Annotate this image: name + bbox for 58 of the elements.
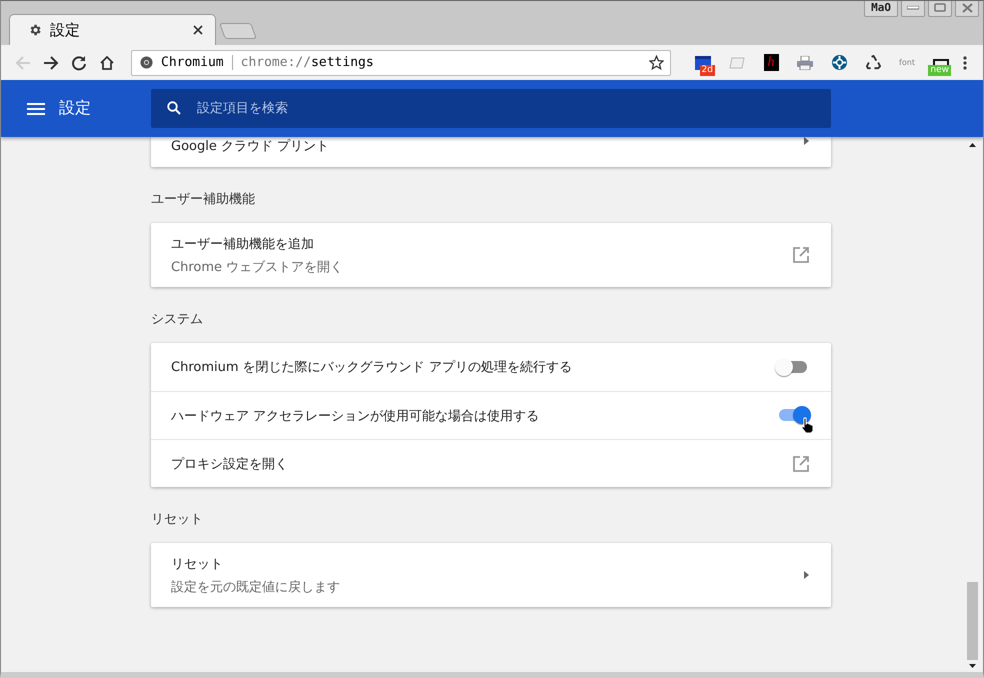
extension-badge: 2d <box>700 64 715 76</box>
settings-row[interactable]: Google クラウド プリント <box>151 137 831 167</box>
forward-icon[interactable] <box>43 54 59 70</box>
external-link-icon[interactable] <box>793 247 809 263</box>
setting-description: 設定を元の既定値に戻します <box>171 578 340 596</box>
extension-badge: new <box>928 64 951 76</box>
setting-label: リセット <box>171 556 224 572</box>
settings-row[interactable]: ユーザー補助機能を追加 Chrome ウェブストアを開く <box>151 223 831 287</box>
scrollbar-thumb[interactable] <box>967 582 978 660</box>
reload-icon[interactable] <box>71 54 87 70</box>
extension-label: font <box>899 58 915 67</box>
site-name: Chromium <box>161 55 233 70</box>
extension-letter: h <box>764 54 778 71</box>
chevron-icon <box>804 137 809 145</box>
close-icon <box>962 2 972 12</box>
search-field[interactable]: 設定項目を検索 <box>151 89 831 128</box>
window-close-button[interactable] <box>955 1 979 17</box>
scroll-up-icon[interactable] <box>969 142 976 147</box>
section-title: システム <box>151 311 204 329</box>
maximize-button[interactable] <box>928 1 952 17</box>
external-link-icon[interactable] <box>793 456 809 472</box>
section-title: リセット <box>151 511 204 529</box>
address-bar[interactable]: Chromium chrome://settings <box>131 50 671 76</box>
scroll-down-icon[interactable] <box>969 664 976 669</box>
tab-title: 設定 <box>50 20 81 40</box>
settings-row[interactable]: プロキシ設定を開く <box>151 439 831 487</box>
setting-label: Google クラウド プリント <box>171 138 330 155</box>
minimize-icon <box>907 6 919 10</box>
extension-button[interactable]: h <box>759 52 783 74</box>
recycle-icon <box>866 55 880 70</box>
tab[interactable]: 設定 <box>9 14 216 45</box>
setting-label: ハードウェア アクセラレーションが使用可能な場合は使用する <box>171 408 540 424</box>
setting-label: ユーザー補助機能を追加 <box>171 236 315 252</box>
frame-icon <box>933 58 949 68</box>
extension-button[interactable]: 2d <box>691 52 715 74</box>
card-icon <box>729 56 745 68</box>
settings-row[interactable]: ハードウェア アクセラレーションが使用可能な場合は使用する <box>151 391 831 439</box>
maximize-icon <box>934 3 946 12</box>
gear-icon <box>28 23 42 37</box>
printer-icon <box>797 56 813 70</box>
menu-icon[interactable] <box>27 102 45 114</box>
chevron-icon <box>804 571 809 579</box>
section-title: ユーザー補助機能 <box>151 191 256 209</box>
star-icon[interactable] <box>649 55 664 70</box>
settings-row[interactable]: リセット 設定を元の既定値に戻します <box>151 543 831 607</box>
lifebuoy-icon <box>832 55 846 70</box>
chromium-icon <box>140 56 153 69</box>
minimize-button[interactable] <box>901 1 925 17</box>
setting-description: Chrome ウェブストアを開く <box>171 258 344 276</box>
close-icon[interactable] <box>193 25 203 35</box>
profile-button[interactable]: MaO <box>864 1 898 17</box>
setting-label: プロキシ設定を開く <box>171 456 288 472</box>
menu-icon[interactable] <box>963 56 967 70</box>
settings-row[interactable]: Chromium を閉じた際にバックグラウンド アプリの処理を続行する <box>151 343 831 391</box>
page-title: 設定 <box>59 98 91 119</box>
url-text: chrome://settings <box>240 55 374 70</box>
home-icon[interactable] <box>99 54 115 70</box>
setting-label: Chromium を閉じた際にバックグラウンド アプリの処理を続行する <box>171 359 572 376</box>
